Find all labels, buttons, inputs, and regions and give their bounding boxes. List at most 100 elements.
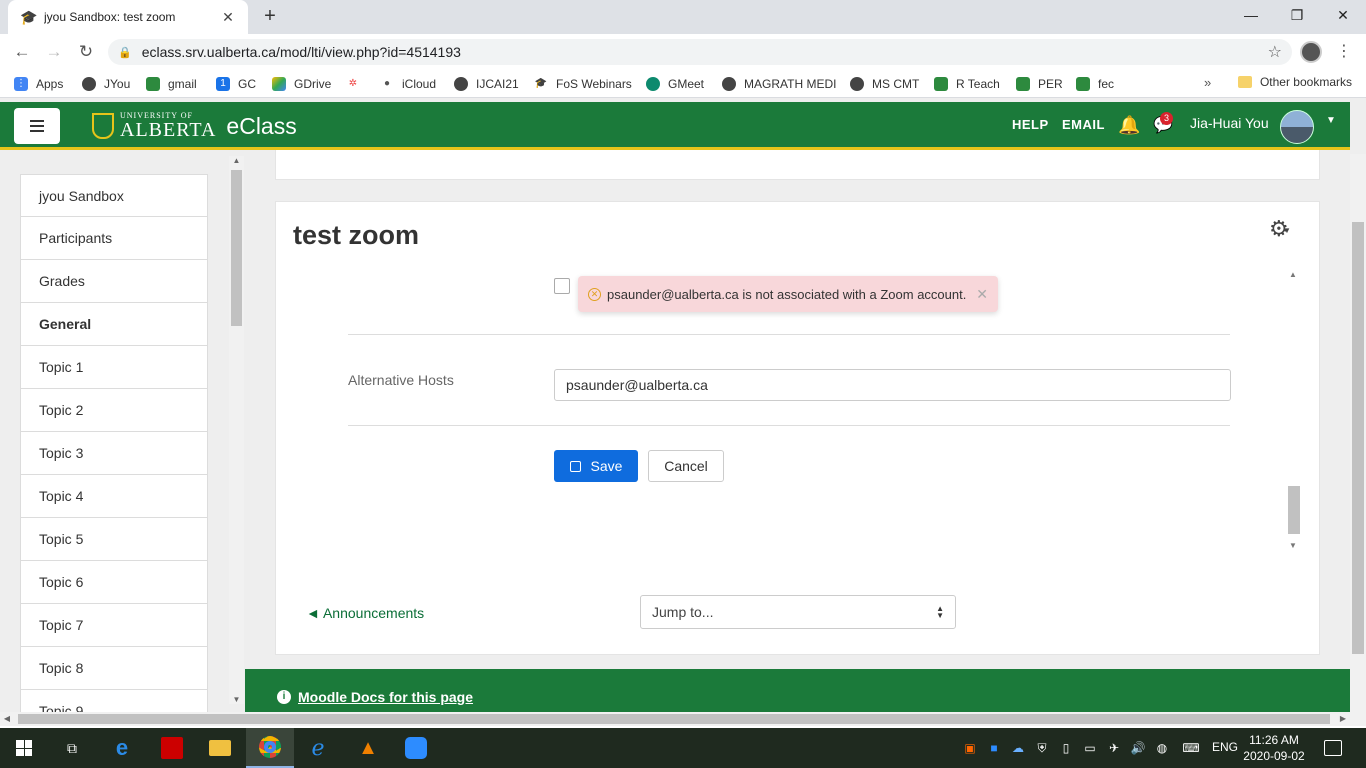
sidebar-item-topic-5[interactable]: Topic 5 — [20, 518, 208, 561]
window-close-icon[interactable]: ✕ — [1320, 0, 1366, 30]
course-nav-sidebar: jyou Sandbox Participants Grades General… — [20, 174, 208, 726]
cancel-button[interactable]: Cancel — [648, 450, 724, 482]
user-avatar[interactable] — [1280, 110, 1314, 144]
hamburger-menu-icon[interactable] — [14, 108, 60, 144]
moodle-docs-link[interactable]: Moodle Docs for this page — [298, 689, 473, 705]
browser-tab[interactable]: 🎓 jyou Sandbox: test zoom ✕ — [8, 0, 248, 34]
forward-icon[interactable]: → — [42, 40, 66, 64]
sidebar-item-topic-4[interactable]: Topic 4 — [20, 475, 208, 518]
option-checkbox[interactable] — [554, 278, 570, 294]
sidebar-item-course[interactable]: jyou Sandbox — [20, 174, 208, 217]
sidebar-item-topic-7[interactable]: Topic 7 — [20, 604, 208, 647]
sidebar-item-topic-6[interactable]: Topic 6 — [20, 561, 208, 604]
scroll-right-icon[interactable]: ▶ — [1336, 712, 1350, 726]
bookmark-ijcai21[interactable]: IJCAI21 — [454, 75, 519, 93]
file-explorer-icon[interactable] — [196, 728, 244, 768]
drive-icon — [272, 77, 286, 91]
keyboard-icon[interactable]: ⌨ — [1180, 740, 1202, 756]
bookmark-jyou[interactable]: JYou — [82, 75, 130, 93]
user-name[interactable]: Jia-Huai You — [1190, 115, 1269, 131]
edge-icon[interactable]: e — [98, 728, 146, 768]
prev-activity-link[interactable]: ◄ Announcements — [306, 605, 424, 621]
system-clock[interactable]: 11:26 AM 2020-09-02 — [1240, 732, 1308, 764]
shield-icon[interactable]: ⛨ — [1034, 740, 1050, 756]
eclass-logo[interactable]: UNIVERSITY OF ALBERTA eClass — [92, 110, 297, 142]
other-bookmarks[interactable]: Other bookmarks — [1237, 75, 1352, 89]
bookmark-fos-webinars[interactable]: 🎓 FoS Webinars — [534, 75, 632, 93]
alt-hosts-input[interactable] — [554, 369, 1231, 401]
action-center-icon[interactable] — [1324, 740, 1342, 756]
sidebar-item-topic-2[interactable]: Topic 2 — [20, 389, 208, 432]
onedrive-icon[interactable]: ☁ — [1010, 740, 1026, 756]
sidebar-item-topic-1[interactable]: Topic 1 — [20, 346, 208, 389]
sidebar-scroll-thumb[interactable] — [231, 170, 242, 326]
back-icon[interactable]: ← — [10, 40, 34, 64]
bookmark-gc[interactable]: 1 GC — [216, 75, 256, 93]
bookmark-ms-cmt[interactable]: MS CMT — [850, 75, 919, 93]
apps-grid-icon: ⋮ — [14, 77, 28, 91]
bookmark-gmeet[interactable]: GMeet — [646, 75, 704, 93]
help-link[interactable]: HELP — [1012, 117, 1049, 132]
battery-icon[interactable]: ▭ — [1082, 740, 1098, 756]
sidebar-item-topic-8[interactable]: Topic 8 — [20, 647, 208, 690]
start-button[interactable] — [0, 728, 48, 768]
bookmark-icloud[interactable]: ● iCloud — [380, 75, 436, 93]
bookmark-magrath[interactable]: MAGRATH MEDI — [722, 75, 836, 93]
task-view-icon[interactable]: ⧉ — [48, 728, 96, 768]
bookmark-photos[interactable]: ✲ — [346, 75, 368, 93]
scroll-down-icon[interactable]: ▼ — [229, 695, 244, 704]
cc-icon[interactable]: ▣ — [962, 740, 978, 756]
folder-icon — [1237, 76, 1252, 88]
bookmark-r-teach[interactable]: R Teach — [934, 75, 1000, 93]
volume-icon[interactable]: 🔊 — [1130, 740, 1146, 756]
airplane-icon[interactable]: ✈ — [1106, 740, 1122, 756]
bookmark-per[interactable]: PER — [1016, 75, 1063, 93]
reload-icon[interactable]: ↻ — [74, 40, 98, 64]
network-icon[interactable]: ◍ — [1154, 740, 1170, 756]
scroll-up-icon[interactable]: ▲ — [1286, 270, 1300, 279]
bookmark-apps[interactable]: ⋮ Apps — [14, 75, 63, 93]
acrobat-icon[interactable] — [148, 728, 196, 768]
chrome-icon[interactable] — [246, 728, 294, 768]
lock-icon: 🔒 — [118, 46, 132, 59]
ie-icon[interactable]: ℯ — [294, 728, 342, 768]
email-link[interactable]: EMAIL — [1062, 117, 1105, 132]
address-bar[interactable]: 🔒 eclass.srv.ualberta.ca/mod/lti/view.ph… — [108, 39, 1292, 65]
sidebar-scrollbar[interactable]: ▲ ▼ — [229, 156, 244, 704]
sidebar-item-participants[interactable]: Participants — [20, 217, 208, 260]
bookmark-gmail[interactable]: gmail — [146, 75, 197, 93]
vlc-icon[interactable]: ▲ — [344, 728, 392, 768]
frame-scrollbar[interactable]: ▲ ▼ — [1286, 268, 1300, 550]
scroll-up-icon[interactable]: ▲ — [229, 156, 244, 165]
restore-icon[interactable]: ❐ — [1274, 0, 1320, 30]
notifications-bell-icon[interactable]: 🔔 — [1118, 115, 1140, 135]
zoom-icon[interactable] — [392, 728, 440, 768]
usb-icon[interactable]: ▯ — [1058, 740, 1074, 756]
horizontal-scrollbar[interactable]: ◀ ▶ — [0, 712, 1350, 726]
sidebar-item-topic-3[interactable]: Topic 3 — [20, 432, 208, 475]
bookmark-star-icon[interactable]: ☆ — [1268, 42, 1282, 62]
chevron-down-icon[interactable]: ▼ — [1283, 226, 1291, 235]
horizontal-scroll-thumb[interactable] — [18, 714, 1330, 724]
save-button[interactable]: Save — [554, 450, 638, 482]
scroll-left-icon[interactable]: ◀ — [0, 712, 14, 726]
minimize-icon[interactable]: — — [1228, 0, 1274, 30]
bookmark-gdrive[interactable]: GDrive — [272, 75, 331, 93]
tab-close-icon[interactable]: ✕ — [220, 9, 236, 26]
browser-menu-icon[interactable]: ⋮ — [1336, 40, 1352, 64]
new-tab-icon[interactable]: + — [258, 4, 282, 28]
profile-avatar[interactable] — [1300, 41, 1322, 63]
sidebar-item-grades[interactable]: Grades — [20, 260, 208, 303]
sidebar-item-general[interactable]: General — [20, 303, 208, 346]
jump-to-select[interactable]: Jump to... ▲ ▼ — [640, 595, 956, 629]
close-icon[interactable]: ✕ — [976, 286, 988, 303]
scroll-down-icon[interactable]: ▼ — [1286, 541, 1300, 550]
bookmark-fec[interactable]: fec — [1076, 75, 1114, 93]
user-menu-caret-icon[interactable]: ▼ — [1326, 115, 1336, 126]
zoom-tray-icon[interactable]: ■ — [986, 740, 1002, 756]
frame-scroll-thumb[interactable] — [1288, 486, 1300, 534]
input-language[interactable]: ENG — [1212, 740, 1238, 754]
page-scrollbar[interactable] — [1350, 154, 1366, 726]
bookmarks-overflow-icon[interactable]: » — [1204, 75, 1211, 90]
page-scroll-thumb[interactable] — [1352, 222, 1364, 654]
